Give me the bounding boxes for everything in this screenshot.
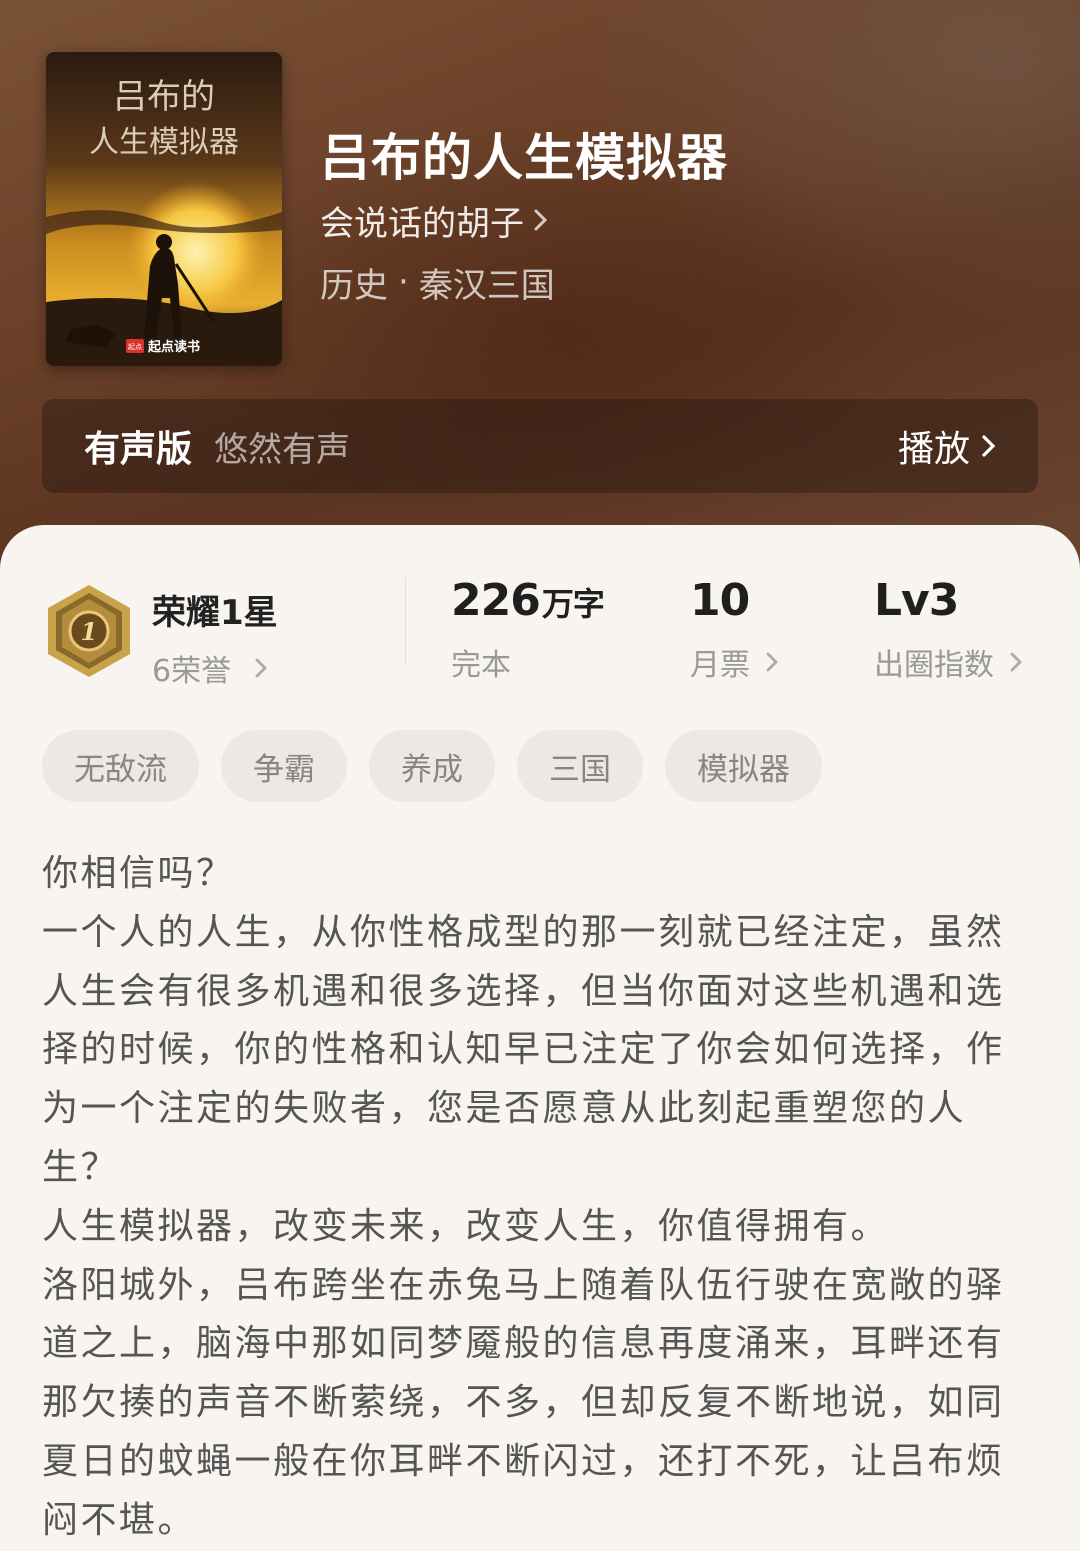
stats-divider	[405, 577, 406, 665]
category-line[interactable]: 历史 · 秦汉三国	[320, 258, 555, 306]
tag-chip[interactable]: 无敌流	[42, 730, 199, 802]
description-paragraph: 你相信吗？	[42, 853, 235, 894]
cover-art: 吕布的 人生模拟器 起点 起点读书	[46, 52, 282, 366]
chevron-right-icon	[534, 209, 548, 231]
book-description[interactable]: 你相信吗？ 一个人的人生，从你性格成型的那一刻就已经注定，虽然人生会有很多机遇和…	[42, 845, 1042, 1551]
monthly-ticket-label: 月票	[690, 648, 750, 683]
word-count-stat: 226万字 完本	[451, 575, 605, 684]
honor-badge-number: 1	[81, 617, 98, 646]
play-button[interactable]: 播放	[898, 420, 998, 472]
word-count-unit: 万字	[541, 585, 605, 623]
book-title: 吕布的人生模拟器	[320, 128, 728, 187]
word-count-value: 226	[451, 575, 541, 626]
book-cover[interactable]: 吕布的 人生模拟器 起点 起点读书	[46, 52, 282, 366]
cover-title-line1: 吕布的	[113, 77, 215, 117]
category-separator: ·	[398, 262, 409, 302]
completion-status: 完本	[451, 648, 511, 683]
description-paragraph: 洛阳城外，吕布跨坐在赤兔马上随着队伍行驶在宽敞的驿道之上，脑海中那如同梦魇般的信…	[42, 1264, 1005, 1541]
author-link[interactable]: 会说话的胡子	[320, 196, 550, 244]
honor-badge-icon: 1	[48, 585, 130, 677]
chevron-right-icon	[982, 435, 996, 457]
category: 历史	[320, 265, 388, 306]
cover-publisher: 起点读书	[147, 339, 200, 355]
tag-list: 无敌流 争霸 养成 三国 模拟器	[42, 730, 822, 802]
honor-subtitle: 6荣誉	[152, 654, 232, 689]
influence-index-value: Lv3	[874, 575, 959, 626]
subcategory: 秦汉三国	[418, 265, 555, 306]
tag-chip[interactable]: 养成	[369, 730, 495, 802]
influence-index-label: 出圈指数	[874, 648, 994, 683]
honor-title: 荣耀1星	[152, 593, 278, 633]
description-paragraph: 一个人的人生，从你性格成型的那一刻就已经注定，虽然人生会有很多机遇和很多选择，但…	[42, 911, 1005, 1188]
audio-version-bar[interactable]: 有声版 悠然有声 播放	[42, 399, 1038, 493]
monthly-ticket-stat[interactable]: 10 月票	[690, 575, 780, 684]
play-label: 播放	[897, 429, 970, 470]
description-paragraph: 人生模拟器，改变未来，改变人生，你值得拥有。	[42, 1205, 890, 1247]
book-detail-card: 1 荣耀1星 6荣誉 226万字 完本 10 月票 Lv3 出圈指数 无敌流 争…	[0, 525, 1080, 1541]
book-header: 吕布的 人生模拟器 起点 起点读书 吕布的人生模拟器 会说话的胡子 历史 · 秦…	[0, 0, 1080, 600]
influence-index-stat[interactable]: Lv3 出圈指数	[874, 575, 1024, 684]
chevron-right-icon	[1010, 652, 1022, 672]
publisher-logo-text: 起点	[128, 343, 142, 351]
chevron-right-icon	[255, 658, 268, 678]
honor-section[interactable]: 1 荣耀1星 6荣誉	[46, 583, 278, 690]
tag-chip[interactable]: 模拟器	[665, 730, 822, 802]
tag-chip[interactable]: 三国	[517, 730, 643, 802]
author-name: 会说话的胡子	[320, 203, 524, 244]
tag-chip[interactable]: 争霸	[221, 730, 347, 802]
monthly-ticket-value: 10	[690, 575, 750, 626]
audio-narrator: 悠然有声	[214, 429, 351, 470]
audio-label: 有声版	[84, 429, 193, 470]
chevron-right-icon	[766, 652, 778, 672]
cover-title-line2: 人生模拟器	[89, 125, 239, 160]
